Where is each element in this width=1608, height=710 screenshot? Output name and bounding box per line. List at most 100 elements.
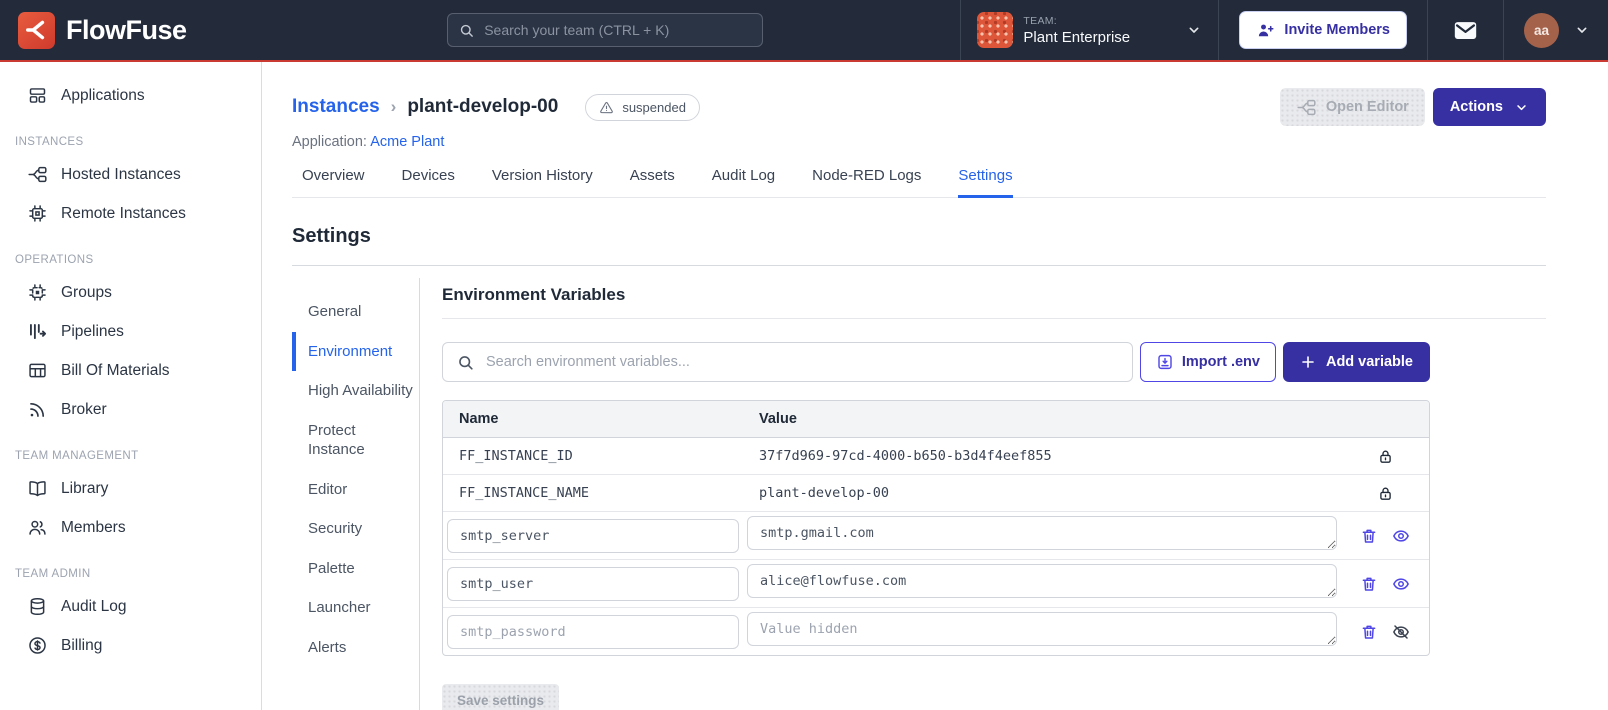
table-row-smtp-password (443, 608, 1429, 655)
settings-nav-palette[interactable]: Palette (292, 549, 414, 589)
settings-nav-launcher[interactable]: Launcher (292, 588, 414, 628)
delete-variable-button[interactable] (1360, 527, 1378, 545)
environment-title: Environment Variables (442, 285, 1546, 319)
table-row-smtp-server: smtp.gmail.com (443, 512, 1429, 560)
env-search[interactable] (442, 342, 1133, 382)
tab-devices[interactable]: Devices (402, 167, 455, 198)
env-var-value-input[interactable]: alice@flowfuse.com (747, 564, 1337, 598)
breadcrumb-separator: › (390, 97, 397, 116)
sidebar-item-label: Billing (61, 636, 103, 654)
bom-icon (27, 360, 48, 381)
team-search-input[interactable] (484, 22, 753, 38)
status-badge-label: suspended (622, 99, 686, 115)
sidebar-item-applications[interactable]: Applications (0, 76, 261, 115)
sidebar-item-library[interactable]: Library (0, 469, 261, 508)
settings-nav-protect-instance[interactable]: Protect Instance (292, 411, 414, 470)
app-root: FlowFuse TEAM: Plant Enterprise Invite M… (0, 0, 1608, 710)
search-icon (456, 353, 475, 372)
env-var-value-input[interactable] (747, 612, 1337, 646)
application-label: Application: (292, 134, 367, 150)
sidebar-item-label: Remote Instances (61, 204, 186, 222)
sidebar-item-label: Library (61, 479, 109, 497)
delete-variable-button[interactable] (1360, 623, 1378, 641)
sidebar-item-pipelines[interactable]: Pipelines (0, 312, 261, 351)
team-selector[interactable]: TEAM: Plant Enterprise (960, 0, 1218, 60)
sidebar-item-remote-instances[interactable]: Remote Instances (0, 194, 261, 233)
search-icon (458, 22, 475, 39)
application-line: Application: Acme Plant (292, 134, 1546, 150)
hosted-instances-icon (27, 164, 48, 185)
table-row-ff-instance-name: FF_INSTANCE_NAME plant-develop-00 (443, 475, 1429, 512)
import-env-label: Import .env (1181, 354, 1260, 370)
env-var-value-input[interactable]: smtp.gmail.com (747, 516, 1337, 550)
tab-audit-log[interactable]: Audit Log (712, 167, 775, 198)
settings-title: Settings (292, 225, 371, 247)
chevron-down-icon (1514, 100, 1529, 115)
tab-overview[interactable]: Overview (302, 167, 365, 198)
status-badge: suspended (585, 93, 700, 121)
add-variable-button[interactable]: Add variable (1282, 342, 1430, 382)
user-menu[interactable]: aa (1503, 0, 1608, 60)
tab-settings[interactable]: Settings (958, 167, 1013, 198)
tab-assets[interactable]: Assets (630, 167, 675, 198)
sidebar-item-bill-of-materials[interactable]: Bill Of Materials (0, 351, 261, 390)
import-env-button[interactable]: Import .env (1139, 342, 1276, 382)
notifications-section (1427, 0, 1503, 60)
settings-nav-environment[interactable]: Environment (292, 331, 414, 371)
sidebar-item-billing[interactable]: Billing (0, 626, 261, 665)
brand-name: FlowFuse (66, 14, 187, 45)
settings-nav-alerts[interactable]: Alerts (292, 628, 414, 668)
actions-button[interactable]: Actions (1432, 88, 1546, 126)
table-row-ff-instance-id: FF_INSTANCE_ID 37f7d969-97cd-4000-b650-b… (443, 438, 1429, 475)
sidebar-item-hosted-instances[interactable]: Hosted Instances (0, 155, 261, 194)
sidebar-item-groups[interactable]: Groups (0, 273, 261, 312)
add-variable-label: Add variable (1325, 354, 1413, 370)
settings-nav-general[interactable]: General (292, 292, 414, 332)
open-editor-button[interactable]: Open Editor (1279, 88, 1425, 126)
application-link[interactable]: Acme Plant (370, 134, 444, 150)
flowfuse-home-link[interactable]: FlowFuse (0, 0, 250, 60)
sidebar-item-audit-log[interactable]: Audit Log (0, 587, 261, 626)
sidebar-heading-instances: INSTANCES (15, 136, 84, 148)
team-search[interactable] (447, 13, 764, 47)
sidebar-item-label: Audit Log (61, 597, 127, 615)
instance-tabs: Overview Devices Version History Assets … (292, 167, 1546, 198)
sidebar-item-members[interactable]: Members (0, 508, 261, 547)
env-var-name-input[interactable] (447, 518, 739, 553)
breadcrumb-instances-link[interactable]: Instances (292, 96, 380, 118)
lock-icon (1377, 485, 1394, 502)
sidebar-item-label: Groups (61, 283, 112, 301)
toggle-visibility-button[interactable] (1392, 527, 1410, 545)
tab-version-history[interactable]: Version History (492, 167, 593, 198)
toggle-visibility-button[interactable] (1392, 575, 1410, 593)
invite-members-button[interactable]: Invite Members (1239, 11, 1407, 49)
env-var-value: plant-develop-00 (759, 485, 890, 501)
groups-icon (27, 282, 48, 303)
billing-icon (27, 635, 48, 656)
sidebar-item-broker[interactable]: Broker (0, 390, 261, 429)
notifications-button[interactable] (1452, 17, 1479, 44)
env-var-name-input[interactable] (447, 614, 739, 649)
settings-nav-editor[interactable]: Editor (292, 470, 414, 510)
settings-nav-high-availability[interactable]: High Availability (292, 371, 414, 411)
sidebar-heading-team-management: TEAM MANAGEMENT (15, 450, 139, 462)
save-settings-button[interactable]: Save settings (442, 684, 560, 710)
settings-nav-security[interactable]: Security (292, 509, 414, 549)
env-var-name-input[interactable] (447, 566, 739, 601)
delete-variable-button[interactable] (1360, 575, 1378, 593)
audit-log-icon (27, 596, 48, 617)
eye-off-icon (1392, 623, 1410, 641)
env-search-input[interactable] (486, 354, 1119, 370)
library-icon (27, 478, 48, 499)
tab-node-red-logs[interactable]: Node-RED Logs (812, 167, 921, 198)
environment-section: Environment Variables Import .env (442, 278, 1546, 710)
toggle-visibility-button[interactable] (1392, 623, 1410, 641)
settings-nav: General Environment High Availability Pr… (292, 278, 414, 710)
sidebar-item-label: Pipelines (61, 322, 124, 340)
open-editor-label: Open Editor (1325, 99, 1409, 115)
settings-nav-divider (419, 278, 420, 710)
user-avatar[interactable]: aa (1524, 12, 1559, 48)
sidebar-item-label: Members (61, 518, 126, 536)
env-var-name: FF_INSTANCE_ID (459, 448, 573, 464)
plus-icon (1300, 354, 1316, 370)
